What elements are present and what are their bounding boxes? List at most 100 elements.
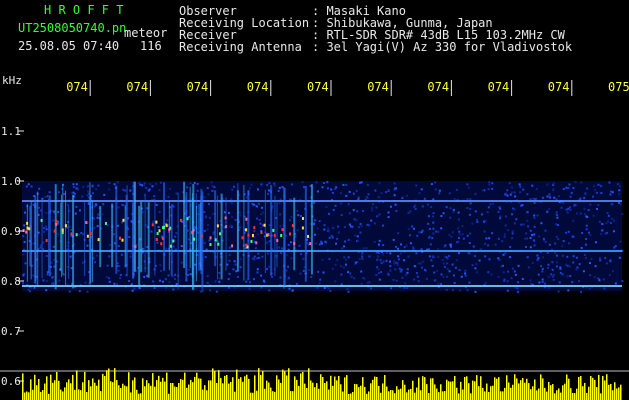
noise-pixel bbox=[297, 214, 300, 217]
count-bar bbox=[434, 384, 436, 400]
noise-pixel bbox=[248, 187, 251, 190]
noise-pixel bbox=[497, 237, 500, 240]
noise-pixel bbox=[506, 194, 509, 197]
noise-pixel bbox=[339, 192, 342, 195]
echo-pixel bbox=[70, 232, 73, 236]
noise-pixel bbox=[532, 197, 535, 200]
noise-pixel bbox=[481, 189, 484, 192]
noise-pixel bbox=[310, 275, 313, 278]
count-bar bbox=[182, 379, 184, 400]
noise-pixel bbox=[600, 185, 603, 188]
noise-pixel bbox=[239, 257, 242, 260]
noise-pixel bbox=[421, 260, 424, 263]
noise-pixel bbox=[380, 262, 383, 265]
noise-pixel bbox=[415, 252, 418, 255]
noise-pixel bbox=[72, 191, 75, 194]
noise-pixel bbox=[599, 220, 602, 223]
noise-pixel bbox=[25, 185, 28, 188]
count-bar bbox=[60, 389, 62, 400]
noise-pixel bbox=[295, 283, 298, 286]
count-bar bbox=[92, 378, 94, 400]
noise-pixel bbox=[576, 266, 579, 269]
noise-pixel bbox=[503, 279, 506, 282]
noise-pixel bbox=[611, 191, 614, 194]
noise-pixel bbox=[467, 251, 470, 254]
noise-pixel bbox=[509, 193, 512, 196]
count-bar bbox=[44, 383, 46, 400]
noise-pixel bbox=[303, 186, 306, 189]
noise-pixel bbox=[101, 213, 104, 216]
meteor-streak bbox=[310, 184, 313, 275]
noise-pixel bbox=[117, 269, 120, 272]
count-bar bbox=[524, 382, 526, 400]
count-bar bbox=[112, 382, 114, 400]
noise-pixel bbox=[498, 258, 501, 261]
noise-pixel bbox=[418, 231, 421, 234]
count-bar bbox=[620, 384, 622, 400]
noise-pixel bbox=[474, 210, 477, 213]
count-bar bbox=[58, 380, 60, 400]
meteor-streak bbox=[48, 198, 50, 273]
noise-pixel bbox=[39, 209, 42, 212]
noise-pixel bbox=[421, 229, 424, 232]
noise-pixel bbox=[395, 279, 398, 282]
noise-pixel bbox=[342, 266, 345, 269]
noise-pixel bbox=[408, 234, 411, 237]
noise-pixel bbox=[320, 240, 323, 243]
noise-pixel bbox=[403, 286, 406, 289]
noise-pixel bbox=[449, 245, 452, 248]
noise-pixel bbox=[611, 217, 614, 220]
count-bar bbox=[378, 385, 380, 400]
noise-pixel bbox=[573, 204, 576, 207]
count-bar bbox=[440, 384, 442, 400]
meteor-streak bbox=[99, 205, 102, 268]
noise-pixel bbox=[374, 189, 377, 192]
count-bar bbox=[148, 383, 150, 400]
count-bar bbox=[528, 383, 530, 400]
noise-pixel bbox=[23, 224, 26, 227]
meteor-streak bbox=[30, 201, 32, 280]
count-bar bbox=[42, 390, 44, 400]
x-tick-label: 0750 bbox=[608, 80, 629, 94]
noise-pixel bbox=[466, 207, 469, 210]
noise-pixel bbox=[555, 223, 558, 226]
count-bar bbox=[550, 385, 552, 400]
count-bar bbox=[364, 386, 366, 400]
count-bar bbox=[592, 377, 594, 400]
noise-pixel bbox=[578, 263, 581, 266]
noise-pixel bbox=[213, 186, 216, 189]
count-bar bbox=[558, 388, 560, 400]
noise-pixel bbox=[531, 261, 534, 264]
noise-pixel bbox=[86, 290, 89, 293]
noise-pixel bbox=[361, 209, 364, 212]
noise-pixel bbox=[389, 269, 392, 272]
noise-pixel bbox=[553, 196, 556, 199]
count-bar bbox=[328, 389, 330, 400]
noise-pixel bbox=[416, 275, 419, 278]
count-bar bbox=[136, 389, 138, 400]
count-bar bbox=[200, 378, 202, 400]
noise-pixel bbox=[584, 192, 587, 195]
noise-pixel bbox=[596, 277, 599, 280]
count-bar bbox=[586, 392, 588, 400]
noise-pixel bbox=[327, 212, 330, 215]
meteor-streak bbox=[138, 205, 141, 288]
noise-pixel bbox=[81, 261, 84, 264]
noise-pixel bbox=[332, 226, 335, 229]
echo-pixel bbox=[225, 225, 228, 229]
noise-pixel bbox=[600, 192, 603, 195]
meteor-streak bbox=[214, 190, 217, 267]
noise-pixel bbox=[51, 275, 54, 278]
noise-pixel bbox=[344, 263, 347, 266]
echo-pixel bbox=[251, 233, 254, 237]
echo-pixel bbox=[272, 228, 275, 232]
noise-pixel bbox=[403, 259, 406, 262]
noise-pixel bbox=[412, 227, 415, 230]
echo-pixel bbox=[193, 237, 196, 241]
count-bar bbox=[158, 375, 160, 400]
count-bar bbox=[468, 383, 470, 400]
count-bar bbox=[560, 392, 562, 400]
noise-pixel bbox=[158, 189, 161, 192]
meteor-streak bbox=[243, 185, 245, 281]
count-bar bbox=[240, 377, 242, 400]
